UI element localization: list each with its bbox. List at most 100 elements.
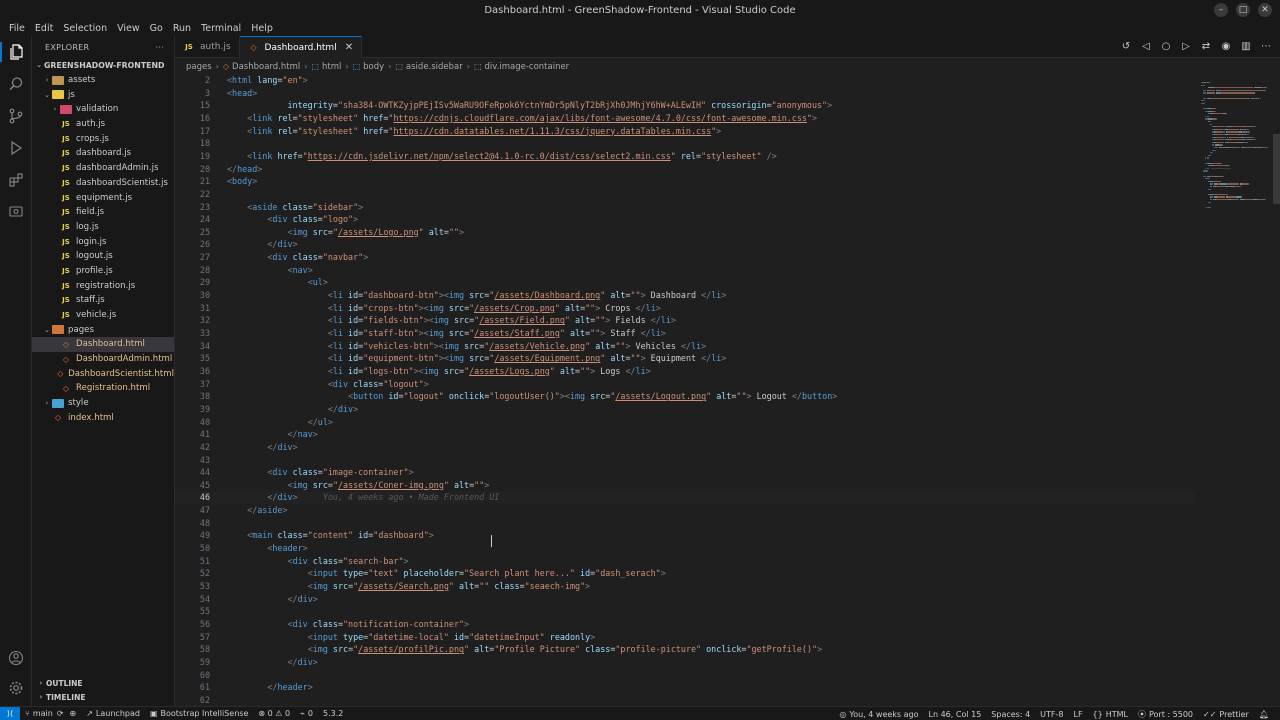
code-line[interactable]: 27 <div class="navbar"> <box>175 251 1195 264</box>
code-line[interactable]: 38 <button id="logout" onclick="logoutUs… <box>175 390 1195 403</box>
code-line[interactable]: 52 <input type="text" placeholder="Searc… <box>175 567 1195 580</box>
split-editor-icon[interactable]: ▥ <box>1240 40 1252 52</box>
git-lens-icon[interactable]: ◉ <box>1220 40 1232 52</box>
breadcrumb-item[interactable]: body <box>363 62 384 72</box>
tree-file[interactable]: JS auth.js <box>32 117 174 132</box>
code-line[interactable]: 56 <div class="notification-container"> <box>175 618 1195 631</box>
search-icon[interactable] <box>6 74 26 94</box>
menu-file[interactable]: File <box>4 23 30 34</box>
notifications-bell-icon[interactable]: 🔔︎ <box>1254 710 1274 719</box>
menu-edit[interactable]: Edit <box>30 23 58 34</box>
tree-file[interactable]: JS log.js <box>32 220 174 235</box>
tree-folder-validation[interactable]: › validation <box>32 102 174 117</box>
code-line[interactable]: 16 <link rel="stylesheet" href="https://… <box>175 112 1195 125</box>
code-line[interactable]: 59 </div> <box>175 656 1195 669</box>
code-line[interactable]: 53 <img src="/assets/Search.png" alt="" … <box>175 580 1195 593</box>
code-line[interactable]: 25 <img src="/assets/Logo.png" alt=""> <box>175 226 1195 239</box>
editor-tab[interactable]: JS auth.js <box>175 36 240 58</box>
tree-file[interactable]: JS profile.js <box>32 264 174 279</box>
remote-explorer-icon[interactable] <box>6 202 26 222</box>
code-line[interactable]: 23 <aside class="sidebar"> <box>175 201 1195 214</box>
editor-tab[interactable]: ◇ Dashboard.html ✕ <box>239 36 363 58</box>
code-line[interactable]: 41 </nav> <box>175 428 1195 441</box>
tree-file[interactable]: JS staff.js <box>32 293 174 308</box>
code-line[interactable]: 50 <header> <box>175 542 1195 555</box>
menu-go[interactable]: Go <box>145 23 168 34</box>
maximize-icon[interactable]: □ <box>1236 3 1250 17</box>
tree-file[interactable]: JS crops.js <box>32 131 174 146</box>
go-back-icon[interactable]: ◁ <box>1140 40 1152 52</box>
tree-file[interactable]: JS field.js <box>32 205 174 220</box>
tree-file[interactable]: JS dashboardAdmin.js <box>32 161 174 176</box>
code-line[interactable]: 29 <ul> <box>175 276 1195 289</box>
git-blame-indicator[interactable]: ◎ You, 4 weeks ago <box>834 710 923 719</box>
ports-indicator[interactable]: ⌁ 0 <box>295 709 318 718</box>
code-line[interactable]: 49 <main class="content" id="dashboard"> <box>175 529 1195 542</box>
code-line[interactable]: 48 <box>175 517 1195 530</box>
version-indicator[interactable]: 5.3.2 <box>318 709 348 718</box>
code-line[interactable]: 45 <img src="/assets/Coner-img.png" alt=… <box>175 479 1195 492</box>
code-line[interactable]: 40 </ul> <box>175 416 1195 429</box>
menu-selection[interactable]: Selection <box>58 23 112 34</box>
code-line[interactable]: 31 <li id="crops-btn"><img src="/assets/… <box>175 302 1195 315</box>
tree-file[interactable]: ◇ DashboardScientist.html <box>32 366 174 381</box>
extensions-icon[interactable] <box>6 170 26 190</box>
run-debug-icon[interactable] <box>6 138 26 158</box>
encoding[interactable]: UTF-8 <box>1035 710 1068 719</box>
close-tab-icon[interactable]: ✕ <box>345 42 353 53</box>
tree-file[interactable]: JS equipment.js <box>32 190 174 205</box>
menu-run[interactable]: Run <box>168 23 196 34</box>
code-line[interactable]: 18 <box>175 137 1195 150</box>
code-line[interactable]: 47 </aside> <box>175 504 1195 517</box>
source-control-icon[interactable] <box>6 106 26 126</box>
code-line[interactable]: 21 <body> <box>175 175 1195 188</box>
menu-view[interactable]: View <box>112 23 145 34</box>
tree-file[interactable]: ◇ DashboardAdmin.html <box>32 352 174 367</box>
code-line[interactable]: 35 <li id="equipment-btn"><img src="/ass… <box>175 352 1195 365</box>
account-icon[interactable] <box>6 648 26 668</box>
vertical-scrollbar[interactable] <box>1273 74 1280 706</box>
tree-folder-js[interactable]: ⌄ js <box>32 87 174 102</box>
history-icon[interactable]: ↺ <box>1120 40 1132 52</box>
breadcrumb-item[interactable]: html <box>322 62 341 72</box>
compare-icon[interactable]: ⇄ <box>1200 40 1212 52</box>
timeline-panel-header[interactable]: › TIMELINE <box>32 690 174 704</box>
tree-folder-assets[interactable]: › assets <box>32 73 174 88</box>
prettier-indicator[interactable]: ✓✓ Prettier <box>1198 710 1254 719</box>
close-icon[interactable]: ✕ <box>1258 3 1272 17</box>
tree-file[interactable]: ◇ index.html <box>32 411 174 426</box>
minimap[interactable] <box>1195 74 1273 706</box>
code-line[interactable]: 3 <head> <box>175 87 1195 100</box>
explorer-icon[interactable] <box>0 42 32 62</box>
tree-file[interactable]: JS dashboard.js <box>32 146 174 161</box>
launchpad-button[interactable]: ↗ Launchpad <box>81 709 145 718</box>
minimize-icon[interactable]: – <box>1214 3 1228 17</box>
breadcrumb-item[interactable]: div.image-container <box>485 62 570 72</box>
code-line[interactable]: 51 <div class="search-bar"> <box>175 555 1195 568</box>
code-line[interactable]: 58 <img src="/assets/profilPic.png" alt=… <box>175 643 1195 656</box>
code-line[interactable]: 37 <div class="logout"> <box>175 378 1195 391</box>
remote-indicator-icon[interactable]: ⟩⟨ <box>0 706 20 720</box>
cursor-position[interactable]: Ln 46, Col 15 <box>924 710 987 719</box>
code-line[interactable]: 61 </header> <box>175 681 1195 694</box>
menu-terminal[interactable]: Terminal <box>196 23 246 34</box>
code-line[interactable]: 33 <li id="staff-btn"><img src="/assets/… <box>175 327 1195 340</box>
tree-file[interactable]: JS dashboardScientist.js <box>32 176 174 191</box>
code-line[interactable]: 2 <html lang="en"> <box>175 74 1195 87</box>
code-line[interactable]: 34 <li id="vehicles-btn"><img src="/asse… <box>175 340 1195 353</box>
code-line[interactable]: 54 </div> <box>175 593 1195 606</box>
tree-file[interactable]: JS logout.js <box>32 249 174 264</box>
gear-icon[interactable] <box>6 678 26 698</box>
go-forward-icon[interactable]: ▷ <box>1180 40 1192 52</box>
breadcrumb-item[interactable]: pages <box>186 62 212 72</box>
code-line[interactable]: 42 </div> <box>175 441 1195 454</box>
circle-icon[interactable]: ○ <box>1160 40 1172 52</box>
menu-help[interactable]: Help <box>246 23 278 34</box>
tree-file[interactable]: JS vehicle.js <box>32 308 174 323</box>
code-line[interactable]: 60 <box>175 669 1195 682</box>
indentation[interactable]: Spaces: 4 <box>986 710 1035 719</box>
tree-folder-style[interactable]: › style <box>32 396 174 411</box>
code-line[interactable]: 17 <link rel="stylesheet" href="https://… <box>175 125 1195 138</box>
code-line[interactable]: 44 <div class="image-container"> <box>175 466 1195 479</box>
code-line[interactable]: 19 <link href="https://cdn.jsdelivr.net/… <box>175 150 1195 163</box>
